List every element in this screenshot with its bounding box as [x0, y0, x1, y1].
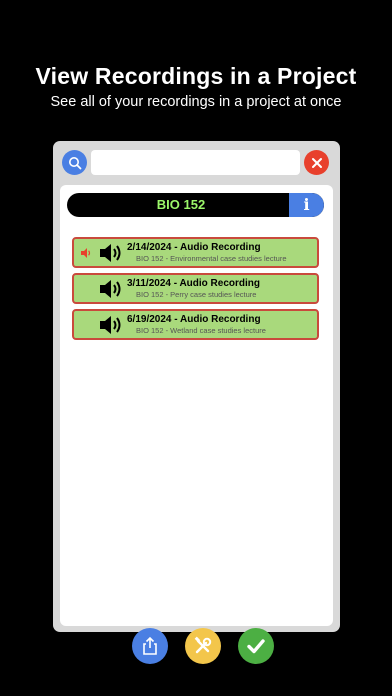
recording-item[interactable]: 6/19/2024 - Audio Recording BIO 152 - We… [72, 309, 319, 340]
info-button[interactable]: i [289, 193, 324, 217]
app-window: BIO 152 i 2/14/2024 - Audio Recording BI… [53, 141, 340, 664]
close-icon [311, 157, 322, 168]
project-title: BIO 152 [156, 197, 206, 212]
recording-subtitle: BIO 152 - Environmental case studies lec… [136, 254, 287, 263]
recording-subtitle: BIO 152 - Wetland case studies lecture [136, 326, 266, 335]
recording-list: 2/14/2024 - Audio Recording BIO 152 - En… [72, 237, 319, 345]
recording-title: 3/11/2024 - Audio Recording [127, 278, 261, 289]
promo-subline: See all of your recordings in a project … [50, 94, 342, 110]
recording-subtitle: BIO 152 - Perry case studies lecture [136, 290, 257, 299]
project-header: BIO 152 i [67, 193, 324, 217]
speaker-icon [100, 244, 121, 262]
recording-item[interactable]: 2/14/2024 - Audio Recording BIO 152 - En… [72, 237, 319, 268]
tools-icon [194, 636, 212, 654]
recordings-panel: BIO 152 i 2/14/2024 - Audio Recording BI… [60, 185, 333, 664]
search-input[interactable] [91, 150, 300, 175]
checkmark-icon [247, 639, 265, 654]
share-icon [143, 636, 157, 655]
close-button[interactable] [304, 150, 329, 175]
recording-title: 2/14/2024 - Audio Recording [127, 242, 261, 253]
speaker-icon [100, 280, 121, 298]
tools-button[interactable] [185, 628, 221, 664]
speaker-icon [100, 316, 121, 334]
recording-title: 6/19/2024 - Audio Recording [127, 314, 261, 325]
share-button[interactable] [132, 628, 168, 664]
done-button[interactable] [238, 628, 274, 664]
recording-item[interactable]: 3/11/2024 - Audio Recording BIO 152 - Pe… [72, 273, 319, 304]
search-icon [68, 156, 81, 169]
search-button[interactable] [62, 150, 87, 175]
promo-headline: View Recordings in a Project [35, 63, 357, 89]
now-playing-icon [81, 248, 91, 258]
